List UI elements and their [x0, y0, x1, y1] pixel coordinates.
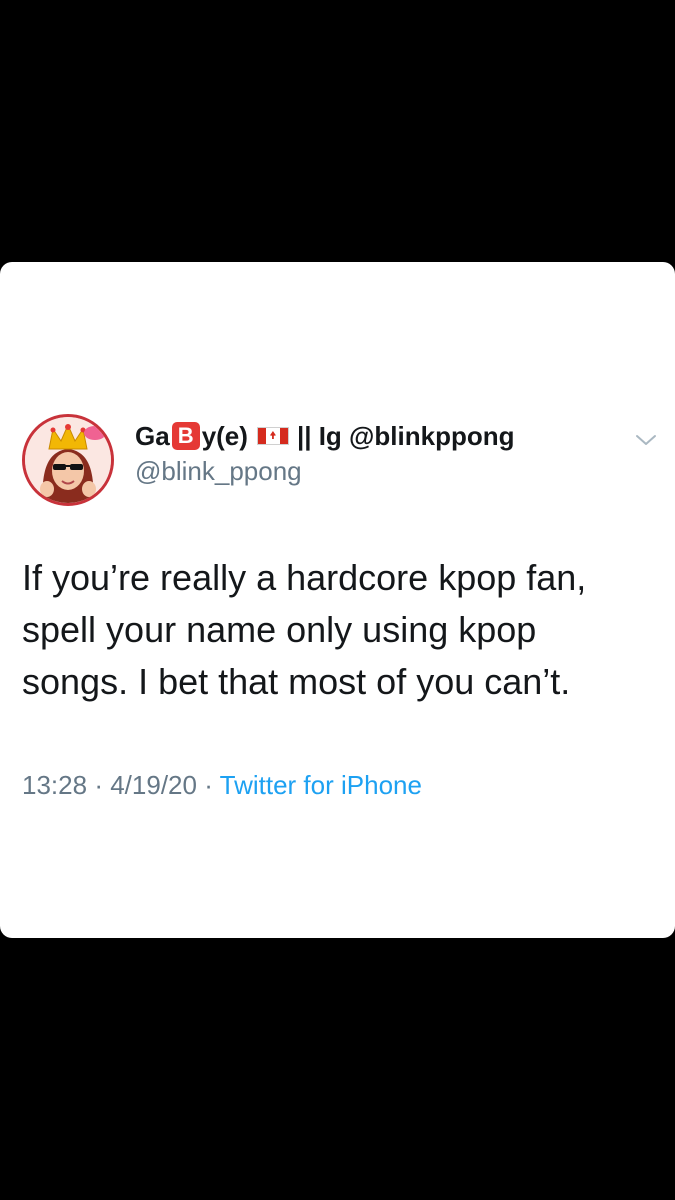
chevron-down-icon[interactable]	[634, 432, 658, 448]
author-name-prefix: Ga	[135, 421, 170, 451]
author-avatar[interactable]	[22, 414, 114, 506]
avatar-image	[25, 417, 111, 503]
tweet-card: Ga B y(e) || Ig @blinkppong @blink_ppong…	[0, 262, 675, 938]
tweet-text: If you’re really a hardcore kpop fan, sp…	[22, 557, 587, 702]
tweet-meta: 13:28 · 4/19/20 · Twitter for iPhone	[22, 770, 422, 801]
author-display-name[interactable]: Ga B y(e) || Ig @blinkppong	[135, 418, 514, 454]
author-handle[interactable]: @blink_ppong	[135, 454, 514, 488]
author-name-tail: || Ig @blinkppong	[296, 421, 515, 451]
author-name-suffix: y(e)	[201, 421, 248, 451]
meta-separator: ·	[94, 770, 103, 800]
meta-separator: ·	[204, 770, 213, 800]
tweet-date: 4/19/20	[110, 770, 197, 800]
b-letter-badge-icon: B	[171, 422, 200, 450]
author-names: Ga B y(e) || Ig @blinkppong @blink_ppong	[135, 418, 514, 488]
tweet-time: 13:28	[22, 770, 88, 800]
tweet-source-link[interactable]: Twitter for iPhone	[220, 770, 422, 800]
canada-flag-icon	[256, 427, 289, 445]
tweet-header: Ga B y(e) || Ig @blinkppong @blink_ppong	[22, 412, 662, 506]
